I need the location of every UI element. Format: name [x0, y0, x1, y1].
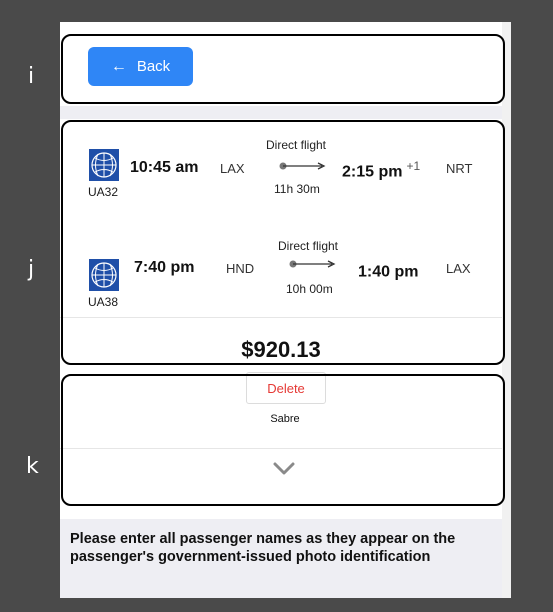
region-label-i: i	[28, 64, 35, 89]
region-box-i	[61, 34, 505, 104]
region-label-k: k	[26, 454, 39, 479]
region-box-k	[61, 374, 505, 506]
passenger-name-notice: Please enter all passenger names as they…	[70, 531, 456, 565]
region-box-j	[61, 120, 505, 365]
region-label-j: j	[28, 257, 35, 282]
